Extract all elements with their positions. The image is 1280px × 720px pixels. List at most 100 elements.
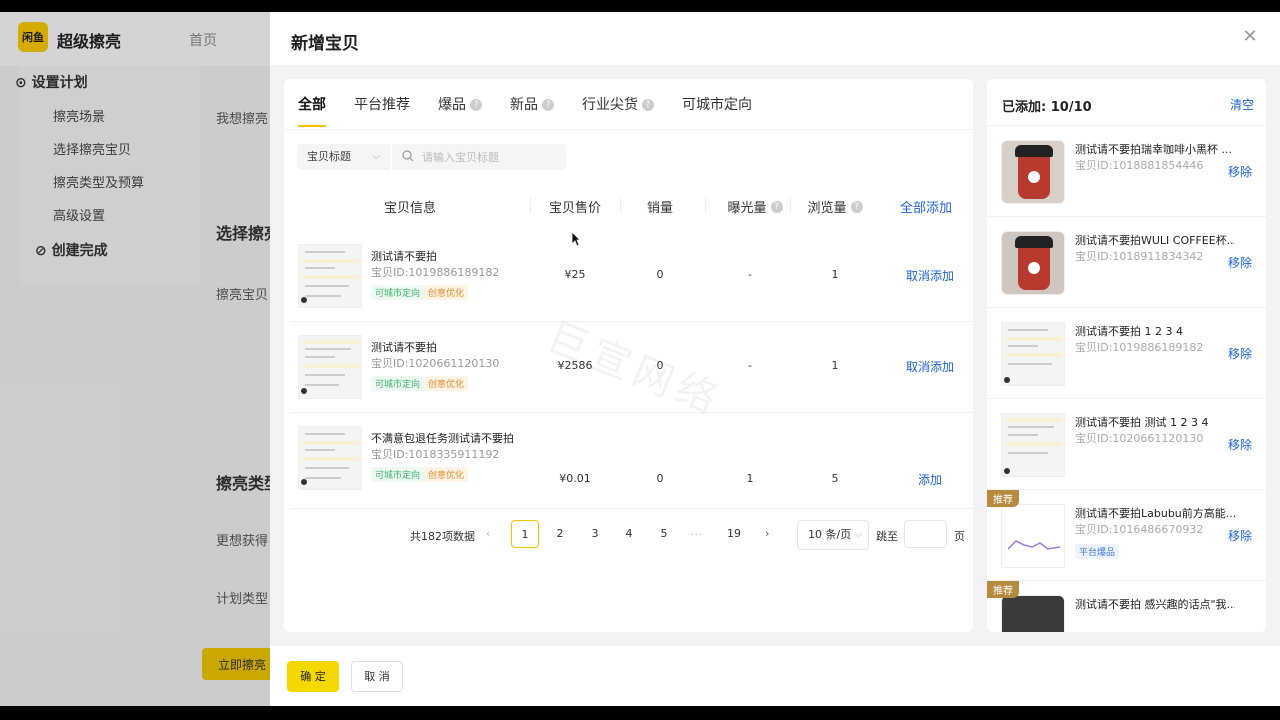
search-icon xyxy=(402,150,414,162)
jump-page-input[interactable] xyxy=(904,520,947,548)
sales-cell: 0 xyxy=(656,268,664,281)
selected-item-id: 宝贝ID:1018881854446 xyxy=(1075,159,1204,172)
sales-cell: 0 xyxy=(656,359,664,372)
tag-platform-hot: 平台爆品 xyxy=(1075,544,1120,559)
page-ellipsis[interactable]: ··· xyxy=(690,528,704,541)
search-box xyxy=(392,144,566,170)
product-thumbnail xyxy=(1001,231,1065,295)
mouse-cursor-icon xyxy=(571,231,581,247)
price-cell: ¥2586 xyxy=(557,359,593,372)
search-field-select[interactable]: 宝贝标题 ⌵ xyxy=(297,144,390,170)
selected-item-id: 宝贝ID:1016486670932 xyxy=(1075,523,1204,536)
selected-item: 推荐 测试请不要拍 感兴趣的话点"我... xyxy=(987,581,1266,632)
selected-item: 测试请不要拍WULI COFFEE杯... 宝贝ID:1018911834342… xyxy=(987,217,1266,308)
table-header: 宝贝信息 宝贝售价 销量 曝光量? 浏览量? 全部添加 xyxy=(290,187,973,223)
col-header-price: 宝贝售价 xyxy=(548,201,601,216)
help-icon[interactable]: ? xyxy=(470,99,482,111)
tag-city-targeting: 可城市定向 xyxy=(371,285,425,300)
page-label: 页 xyxy=(954,530,965,543)
add-button[interactable]: 添加 xyxy=(890,471,970,488)
cancel-add-button[interactable]: 取消添加 xyxy=(890,267,970,284)
cancel-button[interactable]: 取 消 xyxy=(351,661,403,692)
col-header-views: 浏览量? xyxy=(795,197,875,216)
tab-all[interactable]: 全部 xyxy=(298,95,326,129)
col-header-sales: 销量 xyxy=(646,201,673,216)
close-icon[interactable]: ✕ xyxy=(1242,28,1258,46)
page-3[interactable]: 3 xyxy=(581,520,609,548)
next-page-icon[interactable]: › xyxy=(765,527,769,540)
selected-item-name: 测试请不要拍Labubu前方高能... xyxy=(1075,507,1235,520)
tab-platform-recommend[interactable]: 平台推荐 xyxy=(354,95,410,129)
confirm-button[interactable]: 确 定 xyxy=(287,661,339,692)
col-divider xyxy=(620,197,621,213)
selected-count: 已添加: 10/10 xyxy=(1002,100,1092,115)
remove-button[interactable]: 移除 xyxy=(1228,254,1252,271)
selected-item: 测试请不要拍瑞幸咖啡小黑杯 ... 宝贝ID:1018881854446 移除 xyxy=(987,126,1266,217)
selected-item: 测试请不要拍 1 2 3 4 宝贝ID:1019886189182 移除 xyxy=(987,308,1266,399)
page-1[interactable]: 1 xyxy=(511,520,539,548)
selected-item: 推荐 测试请不要拍Labubu前方高能... 宝贝ID:101648667093… xyxy=(987,490,1266,581)
product-thumbnail xyxy=(1001,322,1065,386)
search-input[interactable] xyxy=(422,144,562,170)
col-divider xyxy=(790,197,791,213)
remove-button[interactable]: 移除 xyxy=(1228,527,1252,544)
drawer-header: 新增宝贝 ✕ xyxy=(270,12,1280,66)
remove-button[interactable]: 移除 xyxy=(1228,436,1252,453)
clear-button[interactable]: 清空 xyxy=(1230,96,1254,113)
recommend-badge: 推荐 xyxy=(987,490,1019,507)
page-4[interactable]: 4 xyxy=(615,520,643,548)
tag-creative-optimize: 创意优化 xyxy=(424,467,469,482)
jump-label: 跳至 xyxy=(876,530,898,543)
pagination: 共182项数据 ‹ 1 2 3 4 5 ··· 19 › 10 条/页 ⌵ 跳至 … xyxy=(284,520,973,550)
product-thumbnail xyxy=(298,426,362,490)
trend-chart-icon xyxy=(1008,540,1060,550)
help-icon[interactable]: ? xyxy=(770,200,783,213)
table-row: 测试请不要拍 宝贝ID:1019886189182 可城市定向 创意优化 ¥25… xyxy=(290,232,973,322)
page-last[interactable]: 19 xyxy=(720,520,748,548)
add-item-drawer: 新增宝贝 ✕ 全部 平台推荐 爆品? 新品? 行业尖货? 可城市定向 宝贝标题 … xyxy=(270,12,1280,706)
views-cell: 1 xyxy=(831,359,839,372)
views-cell: 5 xyxy=(831,472,839,485)
exposure-cell: 1 xyxy=(746,472,754,485)
product-thumbnail xyxy=(298,244,362,308)
product-id: 宝贝ID:1018335911192 xyxy=(371,448,500,461)
price-cell: ¥0.01 xyxy=(559,472,591,485)
selected-item-id: 宝贝ID:1019886189182 xyxy=(1075,341,1204,354)
product-title: 测试请不要拍 xyxy=(371,250,437,263)
product-thumbnail xyxy=(1001,140,1065,204)
page-5[interactable]: 5 xyxy=(650,520,678,548)
table-row: 不满意包退任务测试请不要拍 宝贝ID:1018335911192 可城市定向 创… xyxy=(290,414,973,509)
product-list-panel: 全部 平台推荐 爆品? 新品? 行业尖货? 可城市定向 宝贝标题 ⌵ 宝贝信息 … xyxy=(284,79,973,632)
tag-city-targeting: 可城市定向 xyxy=(371,467,425,482)
chevron-down-icon: ⌵ xyxy=(372,151,380,162)
pagination-total: 共182项数据 xyxy=(410,530,475,543)
help-icon[interactable]: ? xyxy=(850,200,863,213)
exposure-cell: - xyxy=(748,359,752,372)
prev-page-icon[interactable]: ‹ xyxy=(486,527,490,540)
product-thumbnail xyxy=(1001,413,1065,477)
selected-item-name: 测试请不要拍 感兴趣的话点"我... xyxy=(1075,598,1235,611)
selected-item-id: 宝贝ID:1018911834342 xyxy=(1075,250,1204,263)
sales-cell: 0 xyxy=(656,472,664,485)
category-tabs: 全部 平台推荐 爆品? 新品? 行业尖货? 可城市定向 xyxy=(298,95,780,129)
recommend-badge: 推荐 xyxy=(987,581,1019,598)
page-size-select[interactable]: 10 条/页 ⌵ xyxy=(797,520,869,550)
remove-button[interactable]: 移除 xyxy=(1228,345,1252,362)
tab-hot[interactable]: 爆品? xyxy=(438,95,482,129)
selected-item-name: 测试请不要拍瑞幸咖啡小黑杯 ... xyxy=(1075,143,1232,156)
remove-button[interactable]: 移除 xyxy=(1228,163,1252,180)
drawer-title: 新增宝贝 xyxy=(291,34,359,54)
selected-item-name: 测试请不要拍 测试 1 2 3 4 xyxy=(1075,416,1209,429)
cancel-add-button[interactable]: 取消添加 xyxy=(890,358,970,375)
tab-industry-top[interactable]: 行业尖货? xyxy=(582,95,654,129)
tab-city-targeting[interactable]: 可城市定向 xyxy=(682,95,752,129)
help-icon[interactable]: ? xyxy=(642,99,654,111)
product-thumbnail xyxy=(298,335,362,399)
tab-new[interactable]: 新品? xyxy=(510,95,554,129)
table-row: 测试请不要拍 宝贝ID:1020661120130 可城市定向 创意优化 ¥25… xyxy=(290,323,973,413)
selected-items-panel: 已添加: 10/10 清空 测试请不要拍瑞幸咖啡小黑杯 ... 宝贝ID:101… xyxy=(987,79,1266,632)
product-thumbnail xyxy=(1001,504,1065,568)
page-2[interactable]: 2 xyxy=(546,520,574,548)
add-all-button[interactable]: 全部添加 xyxy=(900,197,952,216)
help-icon[interactable]: ? xyxy=(542,99,554,111)
